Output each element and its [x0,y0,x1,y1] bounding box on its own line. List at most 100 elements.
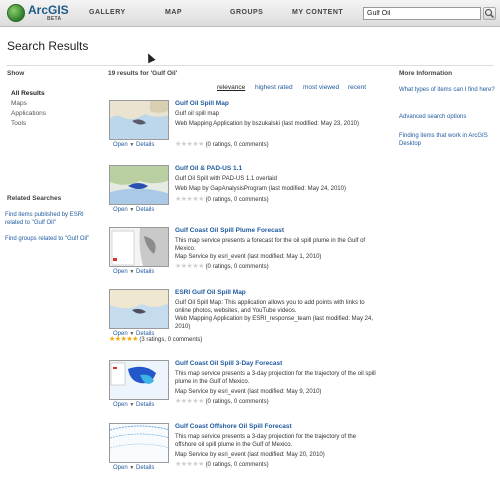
result-thumbnail[interactable] [109,227,169,267]
arcgis-logo[interactable]: ArcGIS BETA [7,3,77,24]
nav-gallery[interactable]: GALLERY [89,9,126,16]
rating-stars-icon[interactable]: ★★★★★ [175,140,204,148]
result-item: Gulf Coast Oil Spill Plume Forecast This… [108,227,380,287]
page-title: Search Results [7,39,89,53]
result-title[interactable]: Gulf Coast Offshore Oil Spill Forecast [175,423,292,430]
rating-text: (0 ratings, 0 comments) [205,399,269,405]
result-meta: Map Service by esri_event (last modified… [175,254,322,260]
more-info-desktop[interactable]: Finding items that work in ArcGIS Deskto… [399,132,495,148]
result-description: Gulf oil spill map [175,111,220,117]
result-meta: Map Service by esri_event (last modified… [175,452,325,458]
rating-text: (0 ratings, 0 comments) [205,462,269,468]
open-button[interactable]: Open [113,269,128,275]
open-button[interactable]: Open [113,402,128,408]
nav-my-content[interactable]: MY CONTENT [292,9,343,16]
result-title[interactable]: ESRI Gulf Oil Spill Map [175,289,246,296]
rating-text: (0 ratings, 0 comments) [205,197,269,203]
sort-most-viewed[interactable]: most viewed [303,84,339,91]
result-actions: Open ▼ Details [113,142,154,148]
logo-text: ArcGIS [28,3,69,17]
result-rating: ★★★★★ (0 ratings, 0 comments) [175,460,269,468]
beta-badge: BETA [47,16,62,22]
nav-map[interactable]: MAP [165,9,182,16]
result-title[interactable]: Gulf Coast Oil Spill Plume Forecast [175,227,284,234]
result-item: Gulf Oil Spill Map Gulf oil spill map We… [108,100,380,160]
open-button[interactable]: Open [113,465,128,471]
result-description: This map service presents a forecast for… [175,238,366,252]
result-actions: Open ▼ Details [113,465,154,471]
rating-text: (3 ratings, 0 comments) [139,337,203,343]
filter-applications[interactable]: Applications [11,110,46,117]
result-description: Gulf Oil Spill with PAD-US 1.1 overlaid [175,176,277,182]
rating-text: (0 ratings, 0 comments) [205,264,269,270]
results-count: 19 results for 'Gulf Oil' [108,70,178,77]
details-link[interactable]: Details [136,331,154,337]
show-heading: Show [7,70,25,77]
search-button[interactable] [483,7,496,20]
rating-stars-icon[interactable]: ★★★★★ [175,460,204,468]
rating-stars-icon[interactable]: ★★★★★ [109,336,138,343]
chevron-down-icon[interactable]: ▼ [129,207,134,213]
sort-relevance[interactable]: relevance [217,84,245,91]
open-button[interactable]: Open [113,331,128,337]
related-link-esri[interactable]: Find items published by ESRI related to … [5,211,97,227]
result-meta: Web Map by GapAnalysisProgram (last modi… [175,186,346,192]
chevron-down-icon[interactable]: ▼ [129,465,134,471]
sort-highest-rated[interactable]: highest rated [255,84,293,91]
chevron-down-icon[interactable]: ▼ [129,269,134,275]
related-searches-heading: Related Searches [7,195,62,202]
filter-all-results[interactable]: All Results [11,90,45,97]
details-link[interactable]: Details [136,142,154,148]
header-divider [6,65,494,66]
result-rating: ★★★★★ (0 ratings, 0 comments) [175,140,269,148]
filter-tools[interactable]: Tools [11,120,26,127]
result-rating: ★★★★★ (0 ratings, 0 comments) [175,262,269,270]
result-item: ESRI Gulf Oil Spill Map Gulf Oil Spill M… [108,289,380,349]
open-button[interactable]: Open [113,207,128,213]
result-thumbnail[interactable] [109,423,169,463]
more-info-advanced-search[interactable]: Advanced search options [399,113,495,121]
result-rating: ★★★★★ (0 ratings, 0 comments) [175,195,269,203]
result-description: Gulf Oil Spill Map: This application all… [175,300,365,314]
result-item: Gulf Oil & PAD-US 1.1 Gulf Oil Spill wit… [108,165,380,225]
result-title[interactable]: Gulf Coast Oil Spill 3-Day Forecast [175,360,282,367]
result-thumbnail[interactable] [109,100,169,140]
rating-stars-icon[interactable]: ★★★★★ [175,262,204,270]
result-thumbnail[interactable] [109,289,169,329]
result-title[interactable]: Gulf Oil & PAD-US 1.1 [175,165,242,172]
details-link[interactable]: Details [136,465,154,471]
details-link[interactable]: Details [136,207,154,213]
result-title[interactable]: Gulf Oil Spill Map [175,100,229,107]
result-meta: Web Mapping Application by ESRI_response… [175,316,373,330]
rating-text: (0 ratings, 0 comments) [205,142,269,148]
result-meta: Web Mapping Application by bszukalski (l… [175,121,359,127]
result-item: Gulf Coast Oil Spill 3-Day Forecast This… [108,360,380,420]
result-description: This map service presents a 3-day projec… [175,434,357,448]
more-info-item-types[interactable]: What types of items can I find here? [399,86,495,94]
nav-groups[interactable]: GROUPS [230,9,263,16]
chevron-down-icon[interactable]: ▼ [129,142,134,148]
sort-recent[interactable]: recent [348,84,366,91]
mouse-cursor [144,51,156,64]
result-description: This map service presents a 3-day projec… [175,371,376,385]
result-thumbnail[interactable] [109,360,169,400]
chevron-down-icon[interactable]: ▼ [129,402,134,408]
filter-maps[interactable]: Maps [11,100,27,107]
open-button[interactable]: Open [113,142,128,148]
details-link[interactable]: Details [136,402,154,408]
rating-stars-icon[interactable]: ★★★★★ [175,195,204,203]
globe-icon [7,4,25,22]
details-link[interactable]: Details [136,269,154,275]
search-input[interactable] [363,7,481,20]
rating-stars-icon[interactable]: ★★★★★ [175,397,204,405]
related-link-groups[interactable]: Find groups related to "Gulf Oil" [5,235,97,243]
result-meta: Map Service by esri_event (last modified… [175,389,322,395]
top-bar: ArcGIS BETA GALLERY MAP GROUPS MY CONTEN… [0,0,500,27]
result-actions: Open ▼ Details [113,269,154,275]
result-actions: Open ▼ Details [113,331,154,337]
chevron-down-icon[interactable]: ▼ [129,331,134,337]
result-actions: Open ▼ Details [113,402,154,408]
result-thumbnail[interactable] [109,165,169,205]
result-actions: Open ▼ Details [113,207,154,213]
result-rating: ★★★★★ (0 ratings, 0 comments) [175,397,269,405]
